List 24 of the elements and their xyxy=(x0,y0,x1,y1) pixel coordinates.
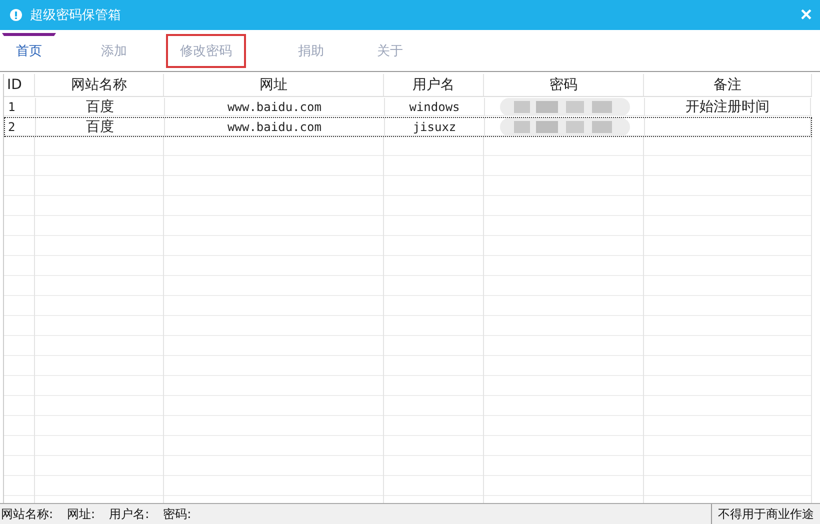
column-header[interactable]: 网站名称 xyxy=(35,74,164,96)
table-cell: windows xyxy=(385,98,485,116)
status-label: 网址: xyxy=(67,506,96,522)
status-label: 网站名称: xyxy=(1,506,54,522)
status-notice: 不得用于商业作途 xyxy=(711,504,820,524)
table-cell: 百度 xyxy=(36,118,165,136)
table-cell: 开始注册时间 xyxy=(645,98,811,116)
table-cell: 百度 xyxy=(36,98,165,116)
status-label: 用户名: xyxy=(109,506,150,522)
table-row[interactable]: 1 百度 www.baidu.com windows 开始注册时间 xyxy=(4,97,812,117)
column-header[interactable]: 备注 xyxy=(644,74,812,96)
table-cell: www.baidu.com xyxy=(165,98,385,116)
status-label: 密码: xyxy=(163,506,192,522)
table-cell: www.baidu.com xyxy=(165,118,385,136)
column-header[interactable]: 密码 xyxy=(484,74,644,96)
table-cell: jisuxz xyxy=(385,118,485,136)
column-header[interactable]: ID xyxy=(4,74,35,96)
window-title: 超级密码保管箱 xyxy=(30,7,122,24)
table-cell: 1 xyxy=(5,98,36,116)
table-row[interactable]: 2 百度 www.baidu.com jisuxz xyxy=(4,117,812,137)
info-icon xyxy=(10,9,22,21)
column-header[interactable]: 网址 xyxy=(164,74,384,96)
column-header[interactable]: 用户名 xyxy=(384,74,484,96)
table-cell: 2 xyxy=(5,118,36,136)
